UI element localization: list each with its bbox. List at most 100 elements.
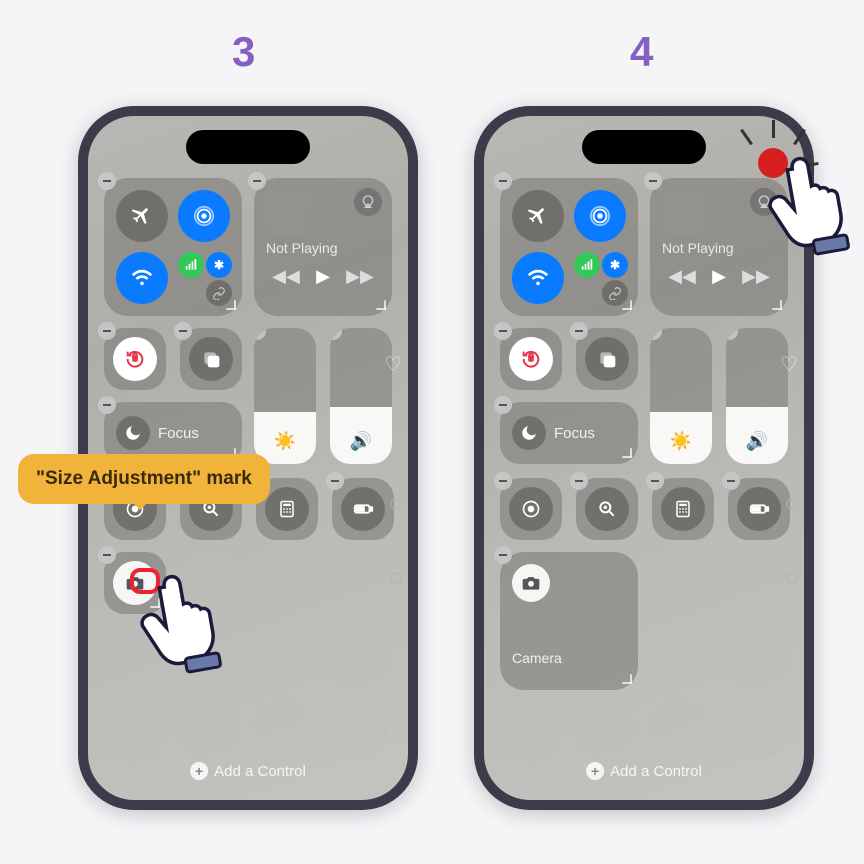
remove-badge[interactable] [494, 472, 512, 490]
wifi-icon[interactable] [116, 252, 168, 304]
remove-badge[interactable] [98, 546, 116, 564]
remove-badge[interactable] [726, 328, 738, 340]
add-control-button[interactable]: + Add a Control [190, 762, 306, 780]
page-indicator[interactable] [786, 498, 798, 510]
remove-badge[interactable] [494, 546, 512, 564]
low-power-tile[interactable] [332, 478, 394, 540]
airplay-icon[interactable] [354, 188, 382, 216]
focus-tile[interactable]: Focus [500, 402, 638, 464]
empty-slot[interactable] [326, 700, 388, 762]
remove-badge[interactable] [98, 322, 116, 340]
media-status: Not Playing [266, 240, 382, 256]
media-controls[interactable]: Not Playing ◀◀ ▶ ▶▶ [254, 178, 392, 316]
remove-badge[interactable] [570, 472, 588, 490]
heart-icon[interactable]: ♡ [780, 352, 798, 377]
volume-slider[interactable]: 🔊 [330, 328, 392, 464]
empty-slot[interactable] [652, 552, 714, 614]
airdrop-icon[interactable] [178, 190, 230, 242]
resize-handle[interactable] [768, 296, 784, 312]
empty-slot[interactable] [326, 626, 388, 688]
screen-record-tile[interactable] [500, 478, 562, 540]
screen-mirroring-tile[interactable] [576, 328, 638, 390]
pointer-hand [760, 150, 864, 275]
remove-badge[interactable] [644, 172, 662, 190]
moon-icon [116, 416, 150, 450]
remove-badge[interactable] [326, 472, 344, 490]
dynamic-island [186, 130, 310, 164]
cellular-icon[interactable] [574, 252, 600, 278]
heart-icon[interactable]: ♡ [384, 352, 402, 377]
audio-output-icon[interactable]: ››› [396, 420, 404, 436]
brightness-slider[interactable]: ☀️ [650, 328, 712, 464]
phone-screen: ✱ Not Playing ◀◀▶▶▶ ☀️ 🔊 Focus [484, 116, 804, 800]
empty-slot[interactable] [252, 626, 314, 688]
wifi-icon[interactable] [512, 252, 564, 304]
media-rewind-icon[interactable]: ◀◀ [272, 266, 300, 287]
pointer-hand [132, 568, 242, 693]
remove-badge[interactable] [98, 172, 116, 190]
empty-slot[interactable] [328, 552, 390, 614]
remove-badge[interactable] [174, 322, 192, 340]
focus-label: Focus [158, 425, 199, 442]
empty-slot[interactable] [648, 700, 710, 762]
resize-handle[interactable] [618, 296, 634, 312]
remove-badge[interactable] [494, 396, 512, 414]
page-indicator[interactable] [786, 572, 798, 584]
empty-slot[interactable] [652, 626, 714, 688]
media-play-icon[interactable]: ▶ [316, 266, 330, 287]
media-forward-icon[interactable]: ▶▶ [346, 266, 374, 287]
remove-badge[interactable] [248, 172, 266, 190]
empty-slot[interactable] [104, 700, 166, 762]
empty-slot[interactable] [178, 700, 240, 762]
camera-icon [512, 564, 550, 602]
page-indicator[interactable] [390, 572, 402, 584]
remove-badge[interactable] [98, 396, 116, 414]
bluetooth-icon[interactable]: ✱ [602, 252, 628, 278]
media-play-icon[interactable]: ▶ [712, 266, 726, 287]
resize-handle[interactable] [618, 444, 634, 460]
empty-slot[interactable] [726, 552, 788, 614]
sun-icon: ☀️ [670, 431, 692, 452]
remove-badge[interactable] [494, 322, 512, 340]
empty-slot[interactable] [254, 552, 316, 614]
dynamic-island [582, 130, 706, 164]
remove-badge[interactable] [254, 328, 266, 340]
low-power-tile[interactable] [728, 478, 790, 540]
rotation-lock-tile[interactable] [104, 328, 166, 390]
camera-tile-large[interactable]: Camera [500, 552, 638, 690]
empty-slot[interactable] [722, 700, 784, 762]
remove-badge[interactable] [646, 472, 664, 490]
audio-output-icon[interactable]: ››› [792, 420, 800, 436]
brightness-slider[interactable]: ☀️ [254, 328, 316, 464]
remove-badge[interactable] [570, 322, 588, 340]
connectivity-group[interactable]: ✱ [500, 178, 638, 316]
empty-slot[interactable] [252, 700, 314, 762]
empty-slot[interactable] [726, 626, 788, 688]
empty-slot[interactable] [500, 700, 562, 762]
remove-badge[interactable] [494, 172, 512, 190]
media-artwork [266, 192, 310, 236]
plus-icon: + [586, 762, 604, 780]
airplane-icon[interactable] [116, 190, 168, 242]
remove-badge[interactable] [330, 328, 342, 340]
empty-slot[interactable] [574, 700, 636, 762]
magnifier-tile[interactable] [576, 478, 638, 540]
page-indicator[interactable] [390, 498, 402, 510]
media-artwork [662, 192, 706, 236]
resize-handle[interactable] [618, 670, 634, 686]
media-rewind-icon[interactable]: ◀◀ [668, 266, 696, 287]
connectivity-group[interactable]: ✱ [104, 178, 242, 316]
rotation-lock-tile[interactable] [500, 328, 562, 390]
screen-mirroring-tile[interactable] [180, 328, 242, 390]
resize-handle[interactable] [222, 296, 238, 312]
remove-badge[interactable] [650, 328, 662, 340]
volume-slider[interactable]: 🔊 [726, 328, 788, 464]
airplane-icon[interactable] [512, 190, 564, 242]
remove-badge[interactable] [722, 472, 740, 490]
calculator-tile[interactable] [652, 478, 714, 540]
add-control-button[interactable]: + Add a Control [586, 762, 702, 780]
airdrop-icon[interactable] [574, 190, 626, 242]
resize-handle[interactable] [372, 296, 388, 312]
bluetooth-icon[interactable]: ✱ [206, 252, 232, 278]
cellular-icon[interactable] [178, 252, 204, 278]
